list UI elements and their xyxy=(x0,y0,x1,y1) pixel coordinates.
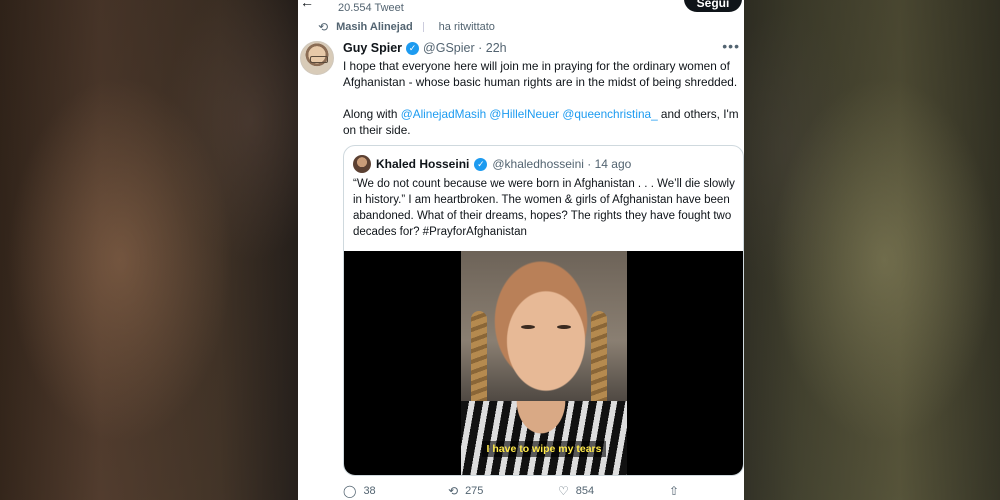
retweet-context: ⟲ Masih Alinejad ha ritwittato xyxy=(318,19,495,35)
blurred-background-left xyxy=(0,0,298,500)
quote-author-name[interactable]: Khaled Hosseini xyxy=(376,157,469,171)
tweet-text: I hope that everyone here will join me i… xyxy=(343,58,741,154)
author-handle-time[interactable]: @GSpier · 22h xyxy=(423,41,507,55)
mention-link[interactable]: @AlinejadMasih xyxy=(401,107,486,121)
quote-avatar[interactable] xyxy=(353,155,371,173)
avatar[interactable] xyxy=(300,41,334,75)
quote-text: “We do not count because we were born in… xyxy=(353,178,735,238)
video-subtitle: I have to wipe my tears xyxy=(482,441,606,457)
verified-icon: ✓ xyxy=(474,157,488,171)
like-icon: ♡ xyxy=(558,484,569,498)
quote-handle-time[interactable]: @khaledhosseini · 14 ago xyxy=(492,157,631,171)
retweet-icon: ⟲ xyxy=(318,20,329,34)
reply-button[interactable]: ◯ 38 xyxy=(343,484,376,498)
tweet-actions: ◯ 38 ⟲ 275 ♡ 854 ⇧ xyxy=(343,484,733,500)
author-name[interactable]: Guy Spier xyxy=(343,41,402,55)
tweet-panel: ← 20.554 Tweet Segui ⟲ Masih Alinejad ha… xyxy=(298,0,744,500)
mention-link[interactable]: @HillelNeuer xyxy=(489,107,559,121)
back-arrow-icon[interactable]: ← xyxy=(300,0,314,10)
like-count: 854 xyxy=(575,485,595,497)
top-bar: ← 20.554 Tweet Segui xyxy=(298,0,744,18)
tweet-paragraph-1: I hope that everyone here will join me i… xyxy=(343,59,738,89)
retweet-button[interactable]: ⟲ 275 xyxy=(448,484,483,498)
video-player[interactable]: I have to wipe my tears xyxy=(344,251,743,475)
tweet-count: 20.554 Tweet xyxy=(338,2,404,14)
quoted-tweet[interactable]: Khaled Hosseini ✓ @khaledhosseini · 14 a… xyxy=(343,145,744,476)
tweet-paragraph-2: Along with @AlinejadMasih @HillelNeuer @… xyxy=(343,106,741,138)
retweet-count: 275 xyxy=(465,485,484,497)
video-eye-right xyxy=(557,325,571,329)
tweet-text-prefix: Along with xyxy=(343,107,401,121)
more-icon[interactable]: ••• xyxy=(722,38,740,54)
mention-link[interactable]: @queenchristina_ xyxy=(562,107,657,121)
follow-button[interactable]: Segui xyxy=(684,0,742,12)
retweeter-name[interactable]: Masih Alinejad xyxy=(336,21,413,33)
reply-count: 38 xyxy=(363,485,376,497)
verified-icon: ✓ xyxy=(406,41,420,55)
share-button[interactable]: ⇧ xyxy=(669,484,679,498)
share-icon: ⇧ xyxy=(669,484,680,498)
like-button[interactable]: ♡ 854 xyxy=(558,484,594,498)
retweet-icon: ⟲ xyxy=(448,484,459,498)
flag-icon xyxy=(422,22,431,32)
quote-header: Khaled Hosseini ✓ @khaledhosseini · 14 a… xyxy=(353,155,631,173)
blurred-background-right xyxy=(744,0,1000,500)
reply-icon: ◯ xyxy=(343,484,357,498)
video-eye-left xyxy=(521,325,535,329)
tweet-header: Guy Spier ✓ @GSpier · 22h xyxy=(343,41,507,55)
retweet-label: ha ritwittato xyxy=(438,21,495,33)
video-shirt xyxy=(461,401,627,475)
